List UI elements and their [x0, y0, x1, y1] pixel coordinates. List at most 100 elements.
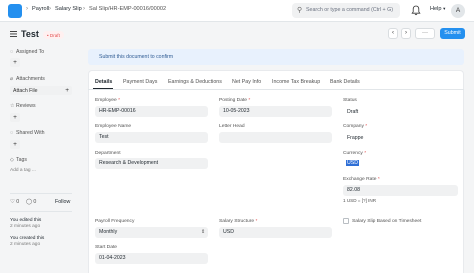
currency-label-text: Currency: [343, 151, 363, 156]
employee-label: Employee *: [95, 98, 120, 103]
tab-income-tax-breakup[interactable]: Income Tax Breakup: [272, 79, 320, 85]
sidebar-toggle-icon[interactable]: [10, 31, 17, 37]
currency-value[interactable]: USD: [346, 160, 359, 166]
divider: [10, 193, 72, 194]
activity-time: 2 minutes ago: [10, 224, 41, 229]
search-placeholder: Search or type a command (Ctrl + G): [306, 7, 393, 13]
employee-name-field[interactable]: Test: [95, 132, 208, 143]
previous-doc-button[interactable]: ‹: [388, 28, 398, 39]
activity-action: created this: [19, 236, 45, 241]
letter-head-label: Letter Head: [219, 124, 245, 129]
tab-net-pay-info[interactable]: Net Pay Info: [232, 79, 261, 85]
plus-icon: +: [13, 141, 17, 148]
required-mark: *: [255, 219, 258, 224]
add-tag-link[interactable]: Add a tag ...: [10, 168, 36, 173]
breadcrumb-salary-slip[interactable]: Salary Slip: [55, 6, 82, 12]
follow-link[interactable]: Follow: [55, 199, 70, 205]
employee-name-label: Employee Name: [95, 124, 132, 129]
required-mark: *: [364, 151, 367, 156]
notice-text: Submit this document to confirm: [99, 54, 174, 60]
start-date-field[interactable]: 01-04-2023: [95, 253, 208, 264]
more-icon: ···: [422, 30, 428, 36]
shared-with-heading: ◌ Shared With: [10, 130, 45, 136]
app-logo[interactable]: [8, 4, 22, 18]
page-title: Test: [21, 29, 39, 39]
department-label: Department: [95, 151, 121, 156]
start-date-label: Start Date: [95, 245, 117, 250]
payroll-frequency-label: Payroll Frequency: [95, 219, 135, 224]
tags-label: Tags: [16, 157, 27, 163]
tags-heading: ◇ Tags: [10, 157, 27, 163]
shared-with-label: Shared With: [16, 130, 45, 136]
required-mark: *: [365, 124, 368, 129]
posting-date-field[interactable]: 10-05-2023: [219, 106, 332, 117]
chevron-right-icon: ›: [83, 5, 85, 12]
form-card: [88, 70, 464, 273]
tab-details[interactable]: Details: [95, 79, 112, 85]
required-mark: *: [377, 177, 380, 182]
select-caret-icon: ⇕: [201, 229, 206, 235]
department-field[interactable]: Research & Development: [95, 158, 208, 169]
comments-count: 0: [33, 199, 37, 205]
activity-action: edited this: [19, 218, 42, 223]
salary-structure-label: Salary Structure *: [219, 219, 257, 224]
attachments-heading: ⌀ Attachments: [10, 76, 45, 82]
chevron-left-icon: ‹: [392, 30, 394, 36]
status-badge: • Draft: [43, 31, 64, 39]
comments-stat[interactable]: ◯ 0: [26, 199, 36, 205]
assigned-to-label: Assigned To: [16, 49, 45, 55]
tab-bank-details[interactable]: Bank Details: [330, 79, 360, 85]
employee-field[interactable]: HR-EMP-00016: [95, 106, 208, 117]
company-value: Frappe: [347, 135, 364, 141]
plus-icon: +: [65, 86, 69, 94]
activity-user: You: [10, 236, 19, 241]
tab-earnings-deductions[interactable]: Earnings & Deductions: [168, 79, 222, 85]
help-menu[interactable]: Help ▾: [430, 6, 445, 12]
reviews-heading: ☆Reviews: [10, 103, 36, 109]
salary-structure-field[interactable]: USD: [219, 227, 332, 238]
currency-label: Currency *: [343, 151, 366, 156]
tab-payment-days[interactable]: Payment Days: [123, 79, 157, 85]
help-label: Help: [430, 6, 442, 12]
status-value: Draft: [347, 109, 359, 115]
employee-label-text: Employee: [95, 98, 117, 103]
status-label: Status: [343, 98, 357, 103]
exchange-rate-label-text: Exchange Rate: [343, 177, 377, 182]
chevron-right-icon: ›: [405, 30, 407, 36]
timesheet-label: Salary Slip Based on Timesheet: [352, 219, 422, 224]
divider: [10, 211, 72, 212]
company-label: Company *: [343, 124, 367, 129]
bell-icon[interactable]: [411, 5, 421, 16]
activity-item: You edited this 2 minutes ago: [10, 218, 41, 230]
activity-item: You created this 2 minutes ago: [10, 236, 44, 248]
letter-head-field[interactable]: [219, 132, 332, 143]
attach-file-button[interactable]: Attach File +: [10, 86, 72, 95]
next-doc-button[interactable]: ›: [401, 28, 411, 39]
search-bar[interactable]: ⚲ Search or type a command (Ctrl + G): [292, 3, 400, 18]
submit-button[interactable]: Submit: [440, 28, 465, 39]
avatar[interactable]: A: [451, 4, 465, 18]
exchange-rate-field[interactable]: 82.08: [343, 185, 458, 196]
attachments-label: Attachments: [16, 76, 45, 82]
add-share-button[interactable]: +: [10, 140, 20, 149]
search-icon: ⚲: [297, 7, 303, 14]
timesheet-checkbox[interactable]: [343, 218, 349, 224]
likes-count: 0: [16, 199, 20, 205]
chevron-down-icon: ▾: [443, 6, 446, 11]
navbar: › Payroll › Salary Slip › Sal Slip/HR-EM…: [0, 0, 474, 22]
breadcrumb-payroll[interactable]: Payroll: [32, 6, 49, 12]
chevron-right-icon: ›: [49, 5, 51, 12]
payroll-frequency-select[interactable]: Monthly: [95, 227, 208, 238]
start-date-label-text: Start Date: [95, 245, 118, 250]
add-review-button[interactable]: +: [10, 113, 20, 122]
exchange-rate-note: 1 USD = [?] INR: [343, 198, 377, 203]
plus-icon: +: [13, 59, 17, 66]
submit-notice: Submit this document to confirm: [88, 49, 464, 65]
breadcrumb-current[interactable]: Sal Slip/HR-EMP-00016/00002: [89, 6, 166, 12]
add-assignee-button[interactable]: +: [10, 58, 20, 67]
more-actions-button[interactable]: ···: [415, 28, 435, 39]
likes-stat[interactable]: ♡ 0: [10, 199, 19, 205]
status-badge-label: Draft: [49, 32, 60, 38]
reviews-label: Reviews: [16, 103, 36, 109]
required-mark: *: [118, 98, 121, 103]
